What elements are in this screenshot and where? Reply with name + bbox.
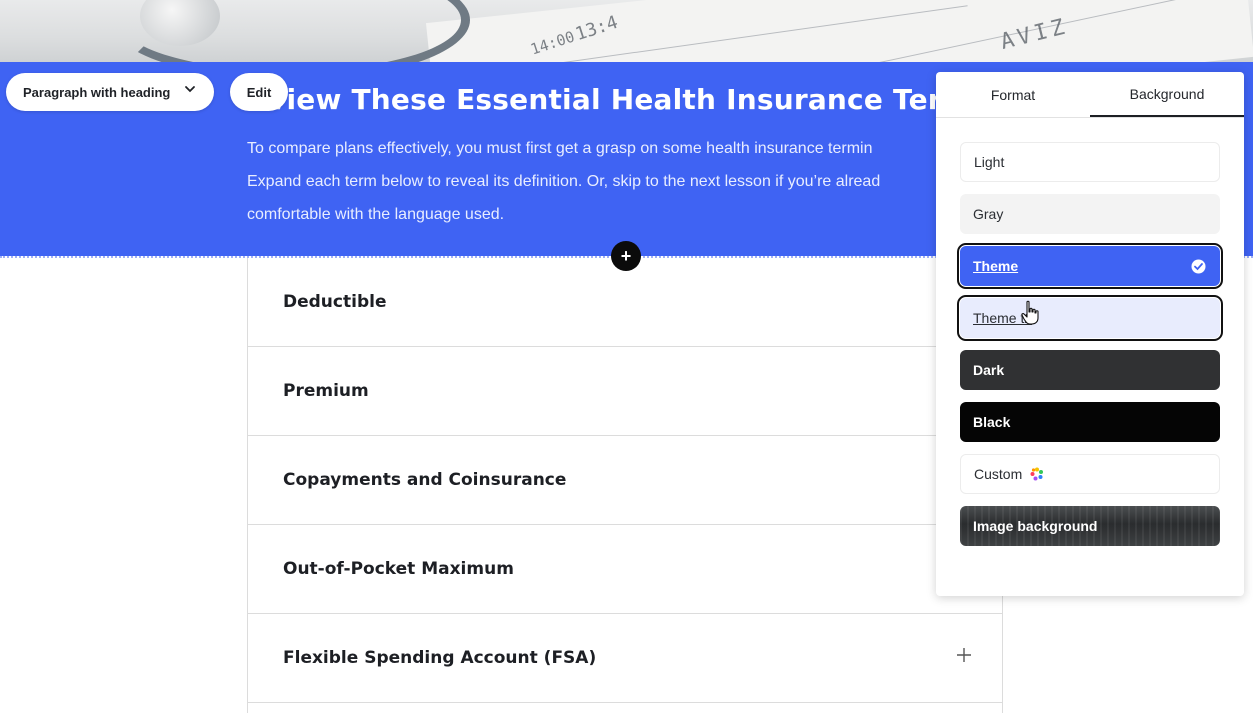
- add-block-button[interactable]: +: [611, 241, 641, 271]
- background-option-theme[interactable]: Theme: [957, 243, 1223, 289]
- accordion-item-label: Deductible: [283, 292, 387, 312]
- option-label: Black: [973, 414, 1011, 430]
- hero-paragraph-line: To compare plans effectively, you must f…: [247, 140, 873, 157]
- tab-background[interactable]: Background: [1090, 72, 1244, 117]
- option-label: Custom: [974, 466, 1023, 482]
- plus-icon: +: [620, 245, 632, 266]
- background-option-light[interactable]: Light: [960, 142, 1220, 182]
- accordion-item[interactable]: Out-of-Pocket Maximum: [248, 525, 1002, 614]
- block-style-label: Paragraph with heading: [23, 84, 171, 100]
- background-option-custom[interactable]: Custom: [960, 454, 1220, 494]
- option-label: Dark: [973, 362, 1005, 378]
- option-label: Light: [974, 154, 1005, 170]
- background-option-gray[interactable]: Gray: [960, 194, 1220, 234]
- hero-paragraph-line: Expand each term below to reveal its def…: [247, 173, 881, 190]
- panel-tabs: Format Background: [936, 72, 1244, 118]
- hero-paragraph[interactable]: To compare plans effectively, you must f…: [247, 132, 947, 231]
- background-option-black[interactable]: Black: [960, 402, 1220, 442]
- hero-paragraph-line: comfortable with the language used.: [247, 206, 505, 223]
- color-wheel-icon: [1030, 467, 1044, 481]
- edit-button-label: Edit: [246, 84, 272, 100]
- accordion-item-label: Copayments and Coinsurance: [283, 470, 567, 490]
- option-label: Theme: [973, 258, 1019, 274]
- accordion-item-label: Premium: [283, 381, 369, 401]
- background-option-image[interactable]: Image background: [960, 506, 1220, 546]
- check-circle-icon: [1191, 259, 1206, 274]
- accordion-item[interactable]: Copayments and Coinsurance: [248, 436, 1002, 525]
- accordion-item[interactable]: Flexible Spending Account (FSA): [248, 614, 1002, 703]
- option-label: Image background: [973, 518, 1098, 534]
- expand-plus-icon[interactable]: [956, 647, 972, 663]
- chevron-down-icon: [185, 86, 195, 93]
- format-panel: Format Background Light Gray Theme Theme…: [936, 72, 1244, 596]
- option-label: Gray: [973, 206, 1004, 222]
- background-option-theme-tint[interactable]: Theme t2: [957, 295, 1223, 341]
- accordion-item-label: Out-of-Pocket Maximum: [283, 559, 514, 579]
- background-option-dark[interactable]: Dark: [960, 350, 1220, 390]
- tab-format[interactable]: Format: [936, 72, 1090, 117]
- accordion-list: Deductible Premium Copayments and Coinsu…: [247, 258, 1003, 713]
- block-style-dropdown[interactable]: Paragraph with heading: [6, 73, 214, 111]
- accordion-item-label: Flexible Spending Account (FSA): [283, 648, 597, 668]
- page-heading[interactable]: view These Essential Health Insurance Te…: [268, 83, 956, 116]
- accordion-item[interactable]: Deductible: [248, 258, 1002, 347]
- edit-button[interactable]: Edit: [230, 73, 288, 111]
- hero-photo-strip: 13:4 14:00 AVIZ: [0, 0, 1253, 62]
- accordion-item[interactable]: Premium: [248, 347, 1002, 436]
- hand-cursor-icon: [1021, 300, 1039, 325]
